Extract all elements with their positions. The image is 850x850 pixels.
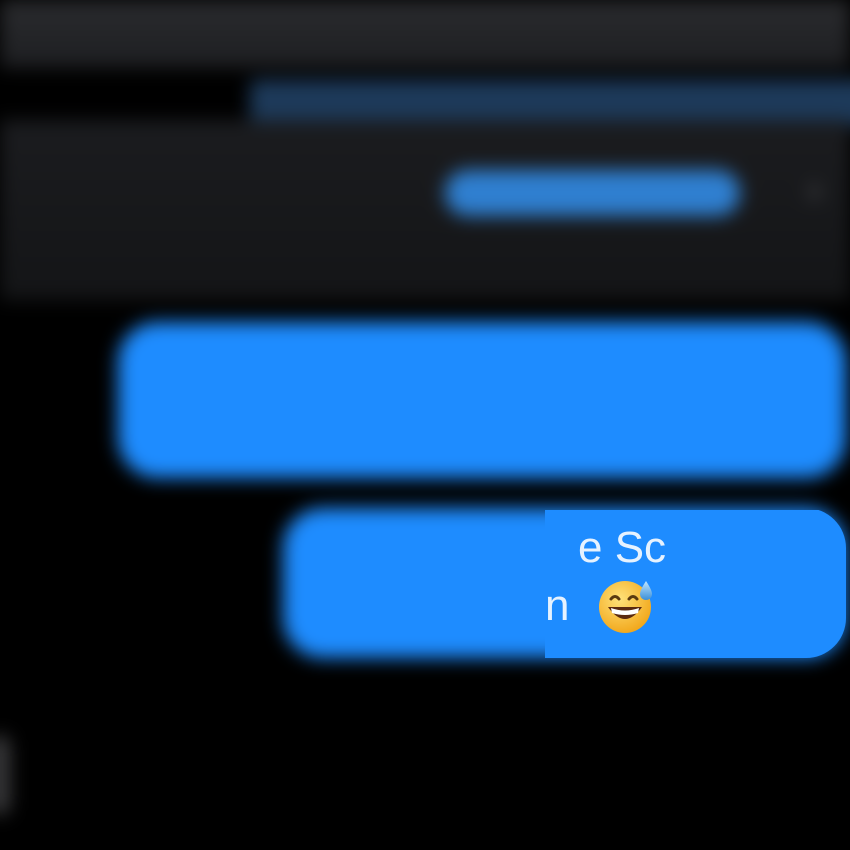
header-action-button[interactable]: [445, 170, 740, 216]
message-bubble-2[interactable]: e Sc n: [545, 510, 850, 658]
chevron-right-icon[interactable]: ›: [808, 170, 838, 210]
grinning-face-with-sweat-icon: [599, 581, 652, 633]
top-bar: [0, 0, 850, 68]
conversation-title: [238, 18, 413, 50]
read-receipt: [690, 672, 840, 712]
message-2-text-line-1: e Sc: [578, 523, 667, 572]
edge-element: [0, 735, 10, 815]
message-2-text-line-2: n: [545, 581, 570, 630]
message-bubble-1[interactable]: [118, 322, 846, 478]
